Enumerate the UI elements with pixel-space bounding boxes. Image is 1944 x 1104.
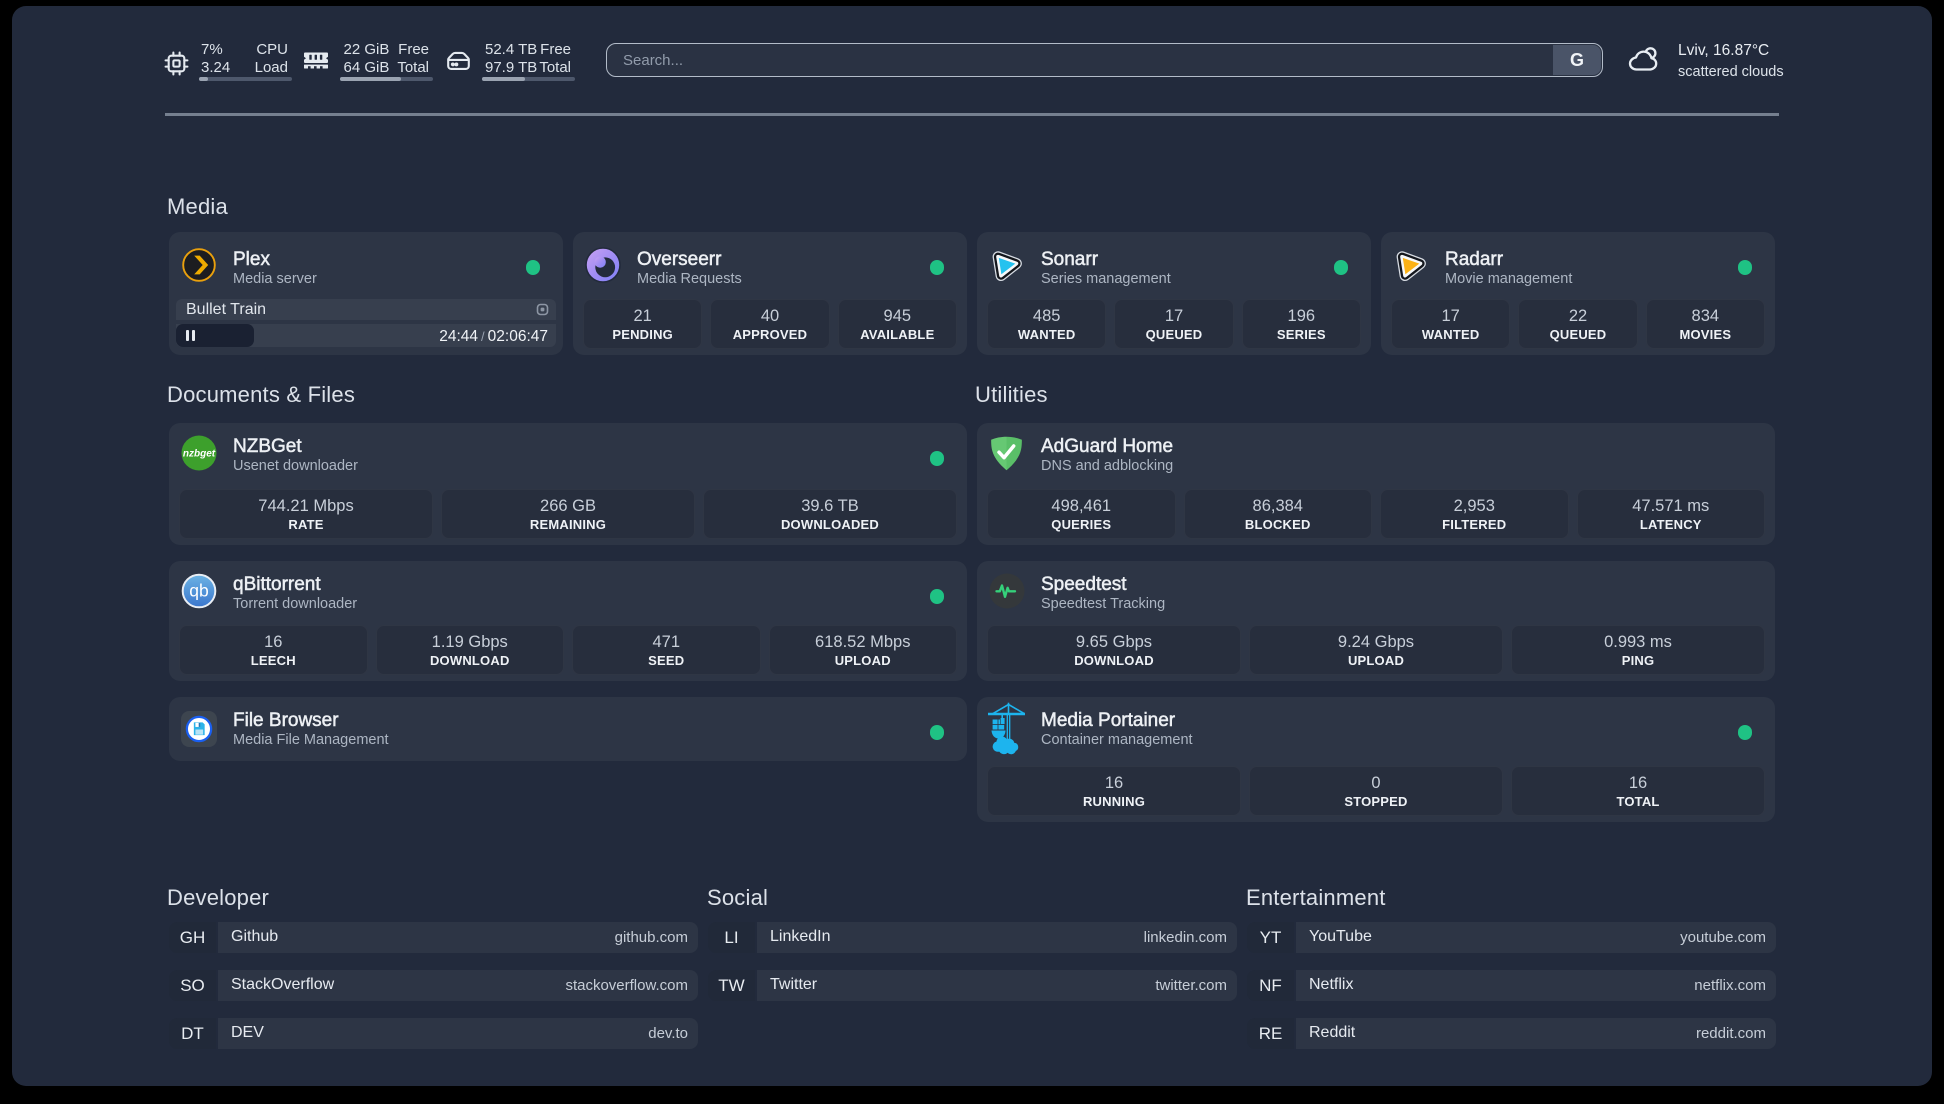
- svg-text:nzbget: nzbget: [183, 449, 216, 460]
- svg-text:qb: qb: [189, 581, 208, 601]
